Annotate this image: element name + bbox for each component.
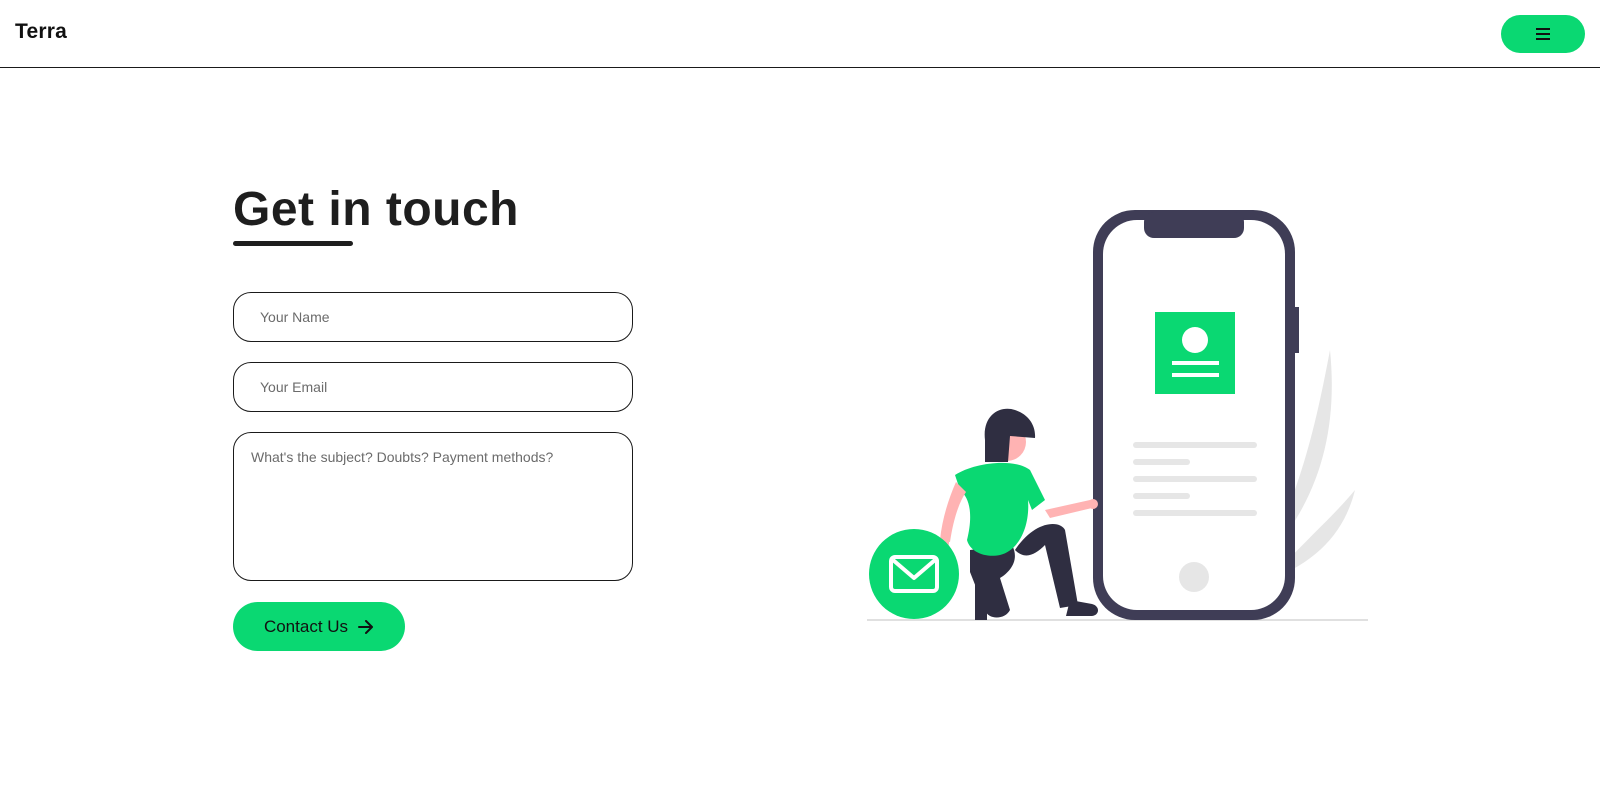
phone-screen xyxy=(1103,220,1285,610)
person-shoe-back xyxy=(1066,600,1098,616)
subject-textarea[interactable] xyxy=(233,432,633,581)
title-underline xyxy=(233,241,353,246)
brand-logo[interactable]: Terra xyxy=(15,20,67,44)
menu-button[interactable] xyxy=(1501,15,1585,53)
profile-avatar-icon xyxy=(1182,327,1208,353)
top-navbar: Terra xyxy=(0,0,1600,68)
phone-side-button xyxy=(1294,307,1299,353)
contact-us-label: Contact Us xyxy=(263,616,349,636)
person-arm-right xyxy=(1045,500,1092,518)
person-leg-back xyxy=(1015,524,1078,608)
hamburger-menu-icon xyxy=(1536,28,1550,40)
page-title: Get in touch xyxy=(233,183,519,236)
contact-illustration xyxy=(867,210,1368,621)
email-input[interactable] xyxy=(233,362,633,412)
contact-us-button[interactable]: Contact Us xyxy=(233,602,405,651)
name-input[interactable] xyxy=(233,292,633,342)
mail-circle xyxy=(869,529,959,619)
person-arm-left xyxy=(940,482,966,542)
phone-notch xyxy=(1144,212,1244,238)
arrow-right-icon xyxy=(358,619,374,634)
home-button xyxy=(1179,562,1209,592)
